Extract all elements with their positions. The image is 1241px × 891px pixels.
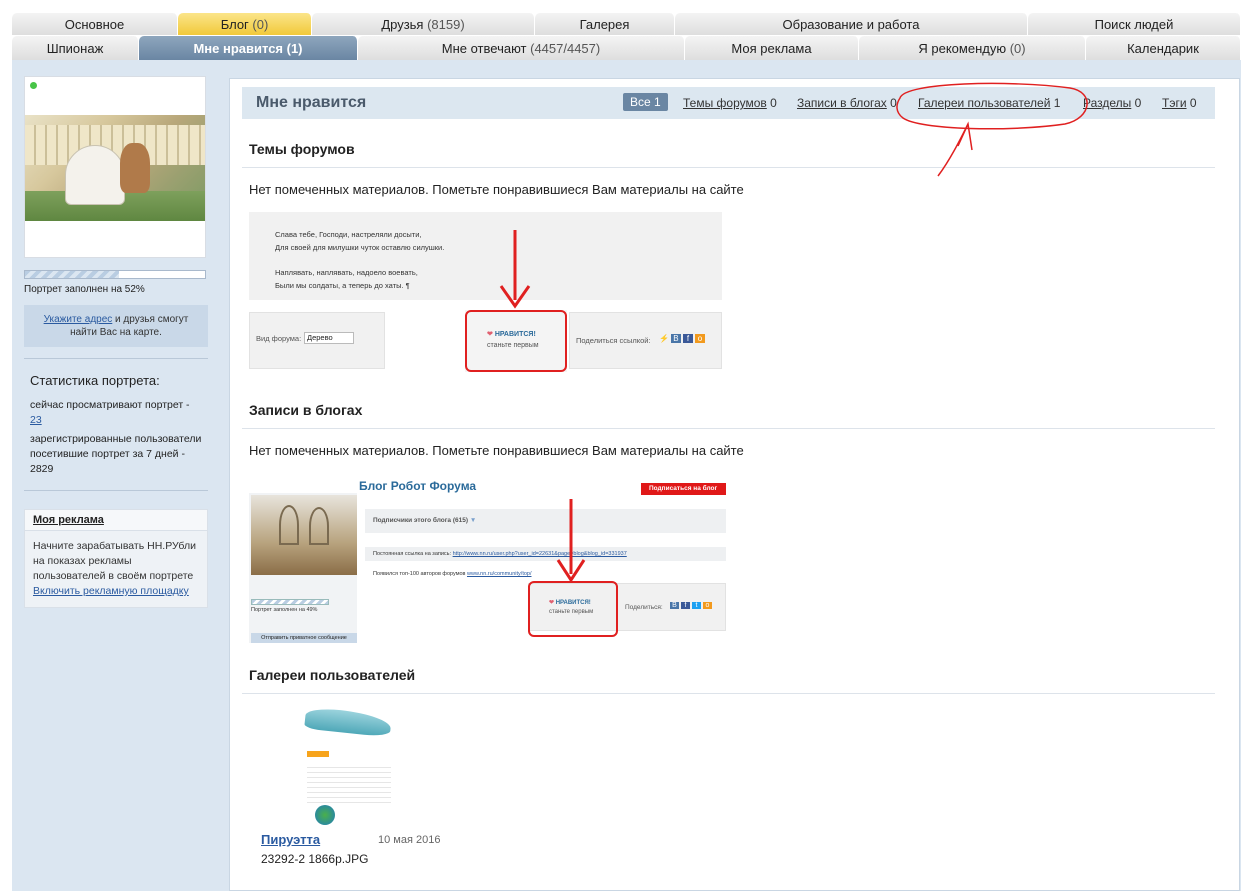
blog-top100: Появился топ-100 авторов форумов www.nn.… bbox=[373, 571, 532, 577]
forum-poem-line: Наплявать, наплявать, надоело воевать, bbox=[275, 268, 418, 277]
my-ads-text: Начните зарабатывать НН.РУбли на показах… bbox=[33, 540, 196, 582]
map-hint: Укажите адрес и друзья смогут найти Вас … bbox=[24, 305, 208, 347]
blog-example-screenshot: Портрет заполнен на 49% Отправить приват… bbox=[249, 475, 726, 643]
filter-blogs[interactable]: Записи в блогах 0 bbox=[797, 96, 897, 110]
section-forums-title: Темы форумов bbox=[249, 141, 355, 157]
forum-view-select: Дерево bbox=[304, 332, 354, 344]
forum-example-screenshot: Слава тебе, Господи, настреляли досыти, … bbox=[249, 212, 722, 372]
blog-share-icons: Вftо bbox=[670, 602, 712, 609]
tab-education[interactable]: Образование и работа bbox=[675, 13, 1028, 35]
page-title: Мне нравится bbox=[256, 94, 367, 111]
enable-ads-link[interactable]: Включить рекламную площадку bbox=[33, 585, 189, 597]
portrait-progress-bar bbox=[24, 270, 206, 279]
tab-replies[interactable]: Мне отвечают (4457/4457) bbox=[358, 36, 685, 60]
annotation-blog-like-highlight bbox=[528, 581, 618, 637]
stats-title: Статистика портрета: bbox=[30, 373, 160, 388]
portrait-stats: Статистика портрета: сейчас просматриваю… bbox=[24, 373, 208, 477]
tab-gallery[interactable]: Галерея bbox=[535, 13, 675, 35]
tab-people-search[interactable]: Поиск людей bbox=[1028, 13, 1241, 35]
primary-tabs: Основное Блог (0) Друзья (8159) Галерея … bbox=[12, 13, 1241, 35]
tab-main[interactable]: Основное bbox=[12, 13, 178, 35]
blog-portrait-label: Портрет заполнен на 49% bbox=[251, 607, 318, 613]
forums-empty-message: Нет помеченных материалов. Пометьте понр… bbox=[249, 182, 744, 197]
tab-recommend[interactable]: Я рекомендую (0) bbox=[859, 36, 1086, 60]
section-gallery-title: Галереи пользователей bbox=[249, 667, 416, 683]
stats-week: зарегистрированные пользователи посетивш… bbox=[30, 433, 202, 475]
blog-subscribers: Подписчики этого блога (615) ▼ bbox=[373, 517, 477, 524]
gallery-thumbnail[interactable] bbox=[299, 705, 399, 829]
tab-friends[interactable]: Друзья (8159) bbox=[312, 13, 535, 35]
filter-galleries[interactable]: Галереи пользователей 1 bbox=[918, 96, 1060, 110]
my-ads-title-link[interactable]: Моя реклама bbox=[33, 514, 104, 526]
filter-tags[interactable]: Тэги 0 bbox=[1162, 96, 1197, 110]
forum-poem-line: Для своей для милушки чуток оставлю силу… bbox=[275, 243, 445, 252]
map-address-link[interactable]: Укажите адрес bbox=[44, 314, 113, 325]
portrait-progress-label: Портрет заполнен на 52% bbox=[24, 284, 145, 295]
main-content: Мне нравится Все 1 Темы форумов 0 Записи… bbox=[229, 78, 1240, 891]
gallery-date: 10 мая 2016 bbox=[378, 834, 441, 846]
section-blogs-title: Записи в блогах bbox=[249, 402, 363, 418]
filter-sections[interactable]: Разделы 0 bbox=[1083, 96, 1141, 110]
forum-poem-line: Слава тебе, Господи, настреляли досыти, bbox=[275, 230, 422, 239]
portrait-picture bbox=[25, 115, 205, 221]
likes-header: Мне нравится Все 1 Темы форумов 0 Записи… bbox=[242, 87, 1215, 119]
tab-calendar[interactable]: Календарик bbox=[1086, 36, 1241, 60]
blog-send-message: Отправить приватное сообщение bbox=[251, 633, 357, 643]
forum-view-label: Вид форума: bbox=[256, 334, 302, 343]
annotation-like-highlight bbox=[465, 310, 567, 372]
stats-now: сейчас просматривают портрет -23 bbox=[30, 399, 190, 426]
tab-spy[interactable]: Шпионаж bbox=[12, 36, 139, 60]
tab-my-ads[interactable]: Моя реклама bbox=[685, 36, 859, 60]
blog-subscribe: Подписаться на блог bbox=[641, 483, 726, 495]
forum-share-label: Поделиться ссылкой: bbox=[576, 336, 651, 345]
tab-likes[interactable]: Мне нравится (1) bbox=[139, 36, 358, 60]
forum-share-icons: ⚡ Вf о bbox=[659, 334, 705, 343]
gallery-filename: 23292-2 1866р.JPG bbox=[261, 852, 369, 866]
portrait-image[interactable] bbox=[24, 76, 206, 258]
online-indicator bbox=[30, 82, 37, 89]
page-body: Портрет заполнен на 52% Укажите адрес и … bbox=[12, 60, 1241, 891]
blog-share-label: Поделиться: bbox=[625, 604, 663, 611]
forum-poem-line: Были мы солдаты, а теперь до хаты. ¶ bbox=[275, 281, 410, 290]
blogs-empty-message: Нет помеченных материалов. Пометьте понр… bbox=[249, 443, 744, 458]
secondary-tabs: Шпионаж Мне нравится (1) Мне отвечают (4… bbox=[12, 36, 1241, 60]
blog-title: Блог Робот Форума bbox=[359, 479, 477, 493]
tab-blog[interactable]: Блог (0) bbox=[178, 13, 312, 35]
my-ads-box: Моя реклама Начните зарабатывать НН.РУбл… bbox=[24, 509, 208, 608]
filter-all[interactable]: Все 1 bbox=[623, 93, 668, 111]
stats-now-link[interactable]: 23 bbox=[30, 414, 42, 426]
sidebar: Портрет заполнен на 52% Укажите адрес и … bbox=[24, 76, 208, 608]
blog-permalink: Постоянная ссылка на запись: http://www.… bbox=[373, 551, 627, 557]
filter-forums[interactable]: Темы форумов 0 bbox=[683, 96, 777, 110]
gallery-author-link[interactable]: Пируэтта bbox=[261, 832, 320, 847]
